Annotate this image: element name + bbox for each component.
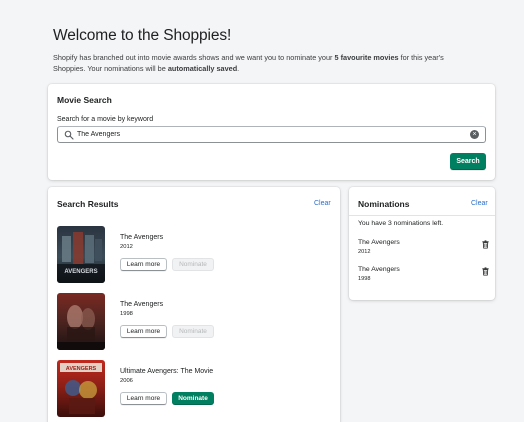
intro-bold-count: 5 favourite movies <box>334 53 399 62</box>
nomination-title: The Avengers <box>358 239 400 246</box>
avengers-1998-poster <box>57 293 105 350</box>
result-title: Ultimate Avengers: The Movie <box>120 368 214 375</box>
learn-more-button[interactable]: Learn more <box>120 325 167 338</box>
trash-icon[interactable] <box>481 240 490 249</box>
search-icon <box>64 130 74 140</box>
search-button[interactable]: Search <box>450 153 486 170</box>
clear-search-icon[interactable]: × <box>470 130 479 139</box>
nominate-button[interactable]: Nominate <box>172 392 214 405</box>
ultimate-avengers-poster: AVENGERS <box>57 360 105 417</box>
learn-more-button[interactable]: Learn more <box>120 392 167 405</box>
result-item: AVENGERS The Avengers 2012 Learn more No… <box>57 226 327 284</box>
svg-text:AVENGERS: AVENGERS <box>64 269 97 275</box>
nomination-year: 1998 <box>358 276 371 282</box>
search-results-title: Search Results <box>57 199 119 209</box>
clear-results-button[interactable]: Clear <box>314 200 331 207</box>
svg-text:AVENGERS: AVENGERS <box>66 366 97 372</box>
result-title: The Avengers <box>120 301 164 308</box>
clear-nominations-button[interactable]: Clear <box>471 200 488 207</box>
result-title: The Avengers <box>120 234 164 241</box>
nominations-title: Nominations <box>358 199 410 209</box>
result-item: AVENGERS Ultimate Avengers: The Movie 20… <box>57 360 327 418</box>
movie-search-title: Movie Search <box>57 95 112 105</box>
intro-part-3: . <box>237 64 240 73</box>
divider <box>349 215 495 216</box>
nomination-year: 2012 <box>358 249 371 255</box>
nomination-title: The Avengers <box>358 266 400 273</box>
intro-text: Shopify has branched out into movie awar… <box>53 52 473 74</box>
nominations-remaining: You have 3 nominations left. <box>358 220 444 227</box>
trash-icon[interactable] <box>481 267 490 276</box>
result-year: 2012 <box>120 244 133 250</box>
nominate-button[interactable]: Nominate <box>172 325 214 338</box>
search-input[interactable] <box>77 129 457 140</box>
result-item: The Avengers 1998 Learn more Nominate <box>57 293 327 351</box>
search-results-card: Search Results Clear AVENGERS The Avenge… <box>48 187 340 422</box>
movie-search-card: Movie Search Search for a movie by keywo… <box>48 84 495 180</box>
nomination-item: The Avengers 1998 <box>358 266 490 286</box>
nomination-item: The Avengers 2012 <box>358 239 490 259</box>
learn-more-button[interactable]: Learn more <box>120 258 167 271</box>
nominations-card: Nominations Clear You have 3 nominations… <box>349 187 495 300</box>
result-year: 2006 <box>120 378 133 384</box>
search-field[interactable]: × <box>57 126 486 143</box>
avengers-2012-poster: AVENGERS <box>57 226 105 283</box>
search-field-label: Search for a movie by keyword <box>57 116 154 123</box>
result-year: 1998 <box>120 311 133 317</box>
nominate-button[interactable]: Nominate <box>172 258 214 271</box>
intro-bold-saved: automatically saved <box>167 64 238 73</box>
page-title: Welcome to the Shoppies! <box>53 27 232 44</box>
intro-part-1: Shopify has branched out into movie awar… <box>53 53 335 62</box>
